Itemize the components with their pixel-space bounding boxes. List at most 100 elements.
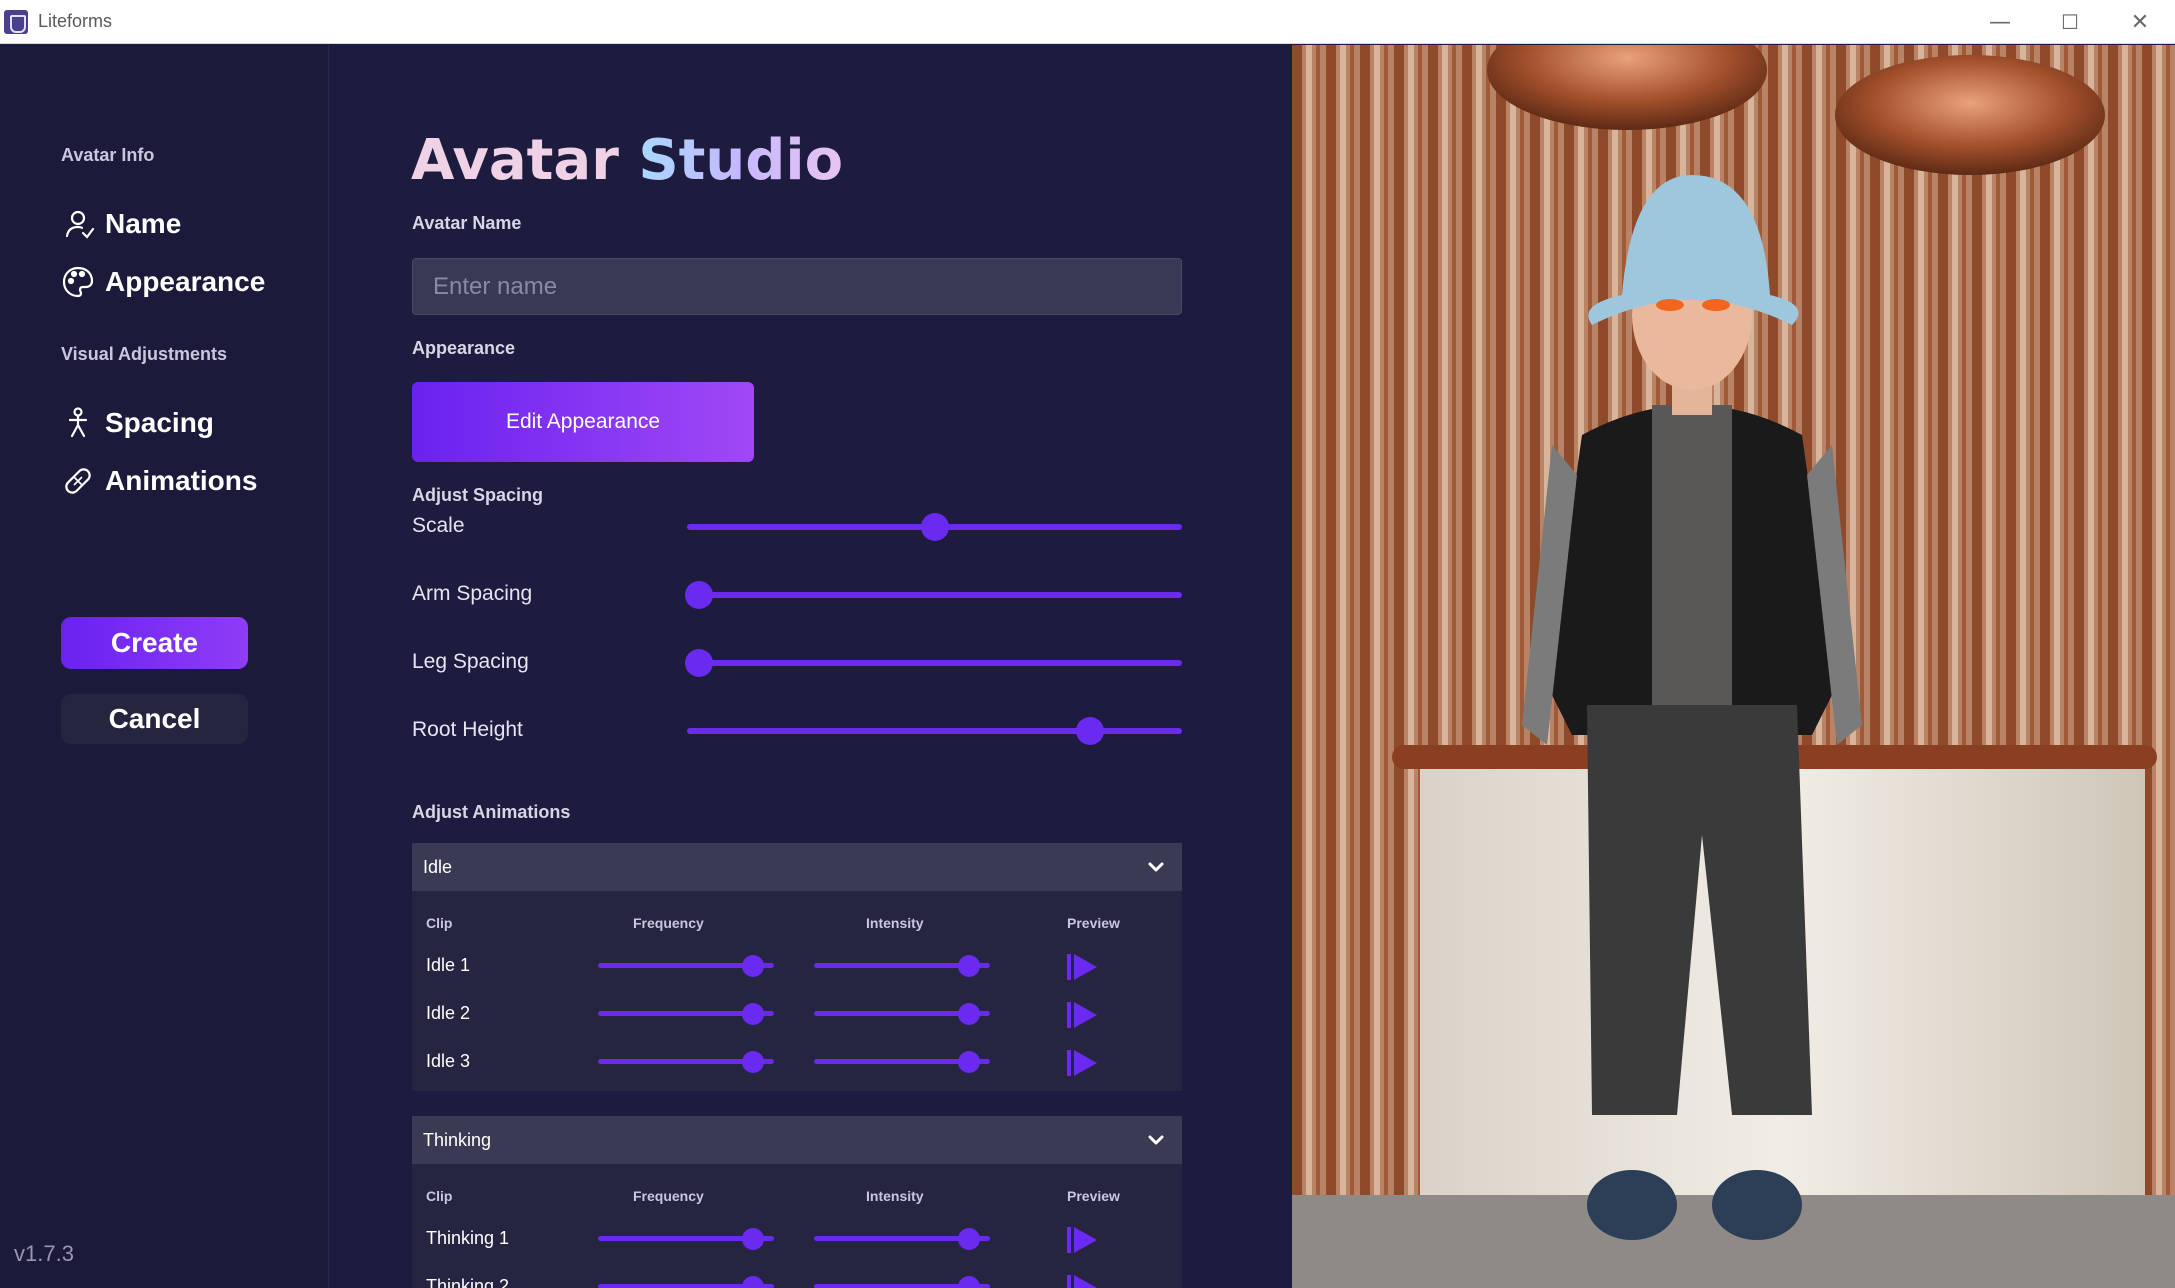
frequency-slider[interactable] xyxy=(598,1276,774,1288)
clip-row: Thinking 2 xyxy=(412,1262,1182,1288)
slider-label: Root Height xyxy=(412,718,523,741)
animation-group-header[interactable]: Idle xyxy=(412,843,1182,891)
adjust-animations-label: Adjust Animations xyxy=(412,802,571,822)
intensity-slider-thumb[interactable] xyxy=(958,1051,981,1073)
intensity-slider[interactable] xyxy=(814,955,990,977)
animation-group-body: Clip Frequency Intensity Preview Thinkin… xyxy=(412,1164,1182,1288)
slider-track[interactable] xyxy=(687,717,1182,745)
sidebar-section-avatar-info: Avatar Info xyxy=(61,145,155,165)
slider-row: Scale xyxy=(412,507,1182,547)
sidebar: Avatar Info Name Appearance Visual Adjus… xyxy=(0,45,329,1288)
page-title: Avatar Studio xyxy=(411,128,843,193)
play-preview-icon[interactable] xyxy=(1067,1274,1099,1288)
frequency-slider-thumb[interactable] xyxy=(742,955,765,977)
sidebar-item-label: Spacing xyxy=(105,407,214,438)
clip-row: Idle 3 xyxy=(412,1037,1182,1085)
intensity-slider-thumb[interactable] xyxy=(958,955,981,977)
chevron-down-icon[interactable] xyxy=(1144,855,1168,879)
chevron-down-icon[interactable] xyxy=(1144,1128,1168,1152)
column-header-frequency: Frequency xyxy=(633,1188,704,1204)
clip-name: Idle 2 xyxy=(426,1003,471,1023)
slider-track[interactable] xyxy=(687,513,1182,541)
avatar-preview-viewport[interactable] xyxy=(1292,45,2175,1288)
window-title: Liteforms xyxy=(38,11,113,31)
sidebar-item-name[interactable]: Name xyxy=(61,207,181,241)
slider-row: Arm Spacing xyxy=(412,575,1182,615)
column-header-intensity: Intensity xyxy=(866,915,924,931)
frequency-slider[interactable] xyxy=(598,1003,774,1025)
animation-group: Thinking Clip Frequency Intensity Previe… xyxy=(412,1116,1182,1288)
intensity-slider[interactable] xyxy=(814,1276,990,1288)
sidebar-section-visual-adjustments: Visual Adjustments xyxy=(61,344,228,364)
sidebar-item-label: Animations xyxy=(105,465,258,496)
appearance-label: Appearance xyxy=(412,338,516,358)
play-preview-icon[interactable] xyxy=(1067,1001,1099,1029)
page-title-word-2: Studio xyxy=(638,128,844,193)
cancel-button[interactable]: Cancel xyxy=(61,694,248,744)
frequency-slider-thumb[interactable] xyxy=(742,1051,765,1073)
frequency-slider[interactable] xyxy=(598,1051,774,1073)
avatar-preview-scene xyxy=(1292,45,2175,1288)
slider-track[interactable] xyxy=(685,581,1182,609)
clip-row: Thinking 1 xyxy=(412,1214,1182,1262)
frequency-slider[interactable] xyxy=(598,1228,774,1250)
slider-row: Root Height xyxy=(412,711,1182,751)
intensity-slider-thumb[interactable] xyxy=(958,1228,981,1250)
figure-icon xyxy=(68,407,88,438)
main-panel: Avatar Studio Avatar Name Appearance Edi… xyxy=(330,45,1292,1288)
frequency-slider[interactable] xyxy=(598,955,774,977)
clip-name: Idle 1 xyxy=(426,955,471,975)
edit-appearance-button[interactable]: Edit Appearance xyxy=(412,382,754,462)
frequency-slider-thumb[interactable] xyxy=(742,1228,765,1250)
play-preview-icon[interactable] xyxy=(1067,1226,1099,1254)
app-logo-icon xyxy=(4,9,28,34)
clip-row: Idle 1 xyxy=(412,941,1182,989)
intensity-slider[interactable] xyxy=(814,1003,990,1025)
column-header-clip: Clip xyxy=(426,915,453,931)
play-preview-icon[interactable] xyxy=(1067,953,1099,981)
intensity-slider-thumb[interactable] xyxy=(958,1276,981,1288)
slider-label: Scale xyxy=(412,514,465,537)
sidebar-item-animations[interactable]: Animations xyxy=(61,464,257,498)
minimize-button[interactable]: — xyxy=(1965,0,2035,44)
column-header-frequency: Frequency xyxy=(633,915,704,931)
window-controls: — ☐ ✕ xyxy=(1965,0,2175,44)
clip-row: Idle 2 xyxy=(412,989,1182,1037)
sidebar-item-appearance[interactable]: Appearance xyxy=(61,265,265,299)
close-button[interactable]: ✕ xyxy=(2105,0,2175,44)
intensity-slider[interactable] xyxy=(814,1051,990,1073)
animation-column-headers: Clip Frequency Intensity Preview xyxy=(412,891,1182,941)
frequency-slider-thumb[interactable] xyxy=(742,1276,765,1288)
column-header-clip: Clip xyxy=(426,1188,453,1204)
column-header-preview: Preview xyxy=(1067,1188,1120,1204)
frequency-slider-thumb[interactable] xyxy=(742,1003,765,1025)
animation-group-header[interactable]: Thinking xyxy=(412,1116,1182,1164)
clip-name: Thinking 2 xyxy=(426,1276,510,1288)
bandage-icon xyxy=(65,468,91,494)
intensity-slider-thumb[interactable] xyxy=(958,1003,981,1025)
version-label: v1.7.3 xyxy=(14,1241,74,1266)
intensity-slider[interactable] xyxy=(814,1228,990,1250)
column-header-preview: Preview xyxy=(1067,915,1120,931)
animation-column-headers: Clip Frequency Intensity Preview xyxy=(412,1164,1182,1214)
sidebar-item-label: Appearance xyxy=(105,266,266,297)
window-titlebar: Liteforms — ☐ ✕ xyxy=(0,0,2175,44)
create-button[interactable]: Create xyxy=(61,617,248,669)
play-preview-icon[interactable] xyxy=(1067,1049,1099,1077)
clip-name: Idle 3 xyxy=(426,1051,471,1071)
slider-track[interactable] xyxy=(685,649,1182,677)
slider-label: Leg Spacing xyxy=(412,650,529,673)
adjust-spacing-label: Adjust Spacing xyxy=(412,485,544,505)
slider-thumb[interactable] xyxy=(685,581,713,609)
maximize-button[interactable]: ☐ xyxy=(2035,0,2105,44)
slider-label: Arm Spacing xyxy=(412,582,533,605)
avatar-name-input[interactable] xyxy=(412,258,1182,315)
animation-group-name: Thinking xyxy=(423,1129,492,1150)
slider-thumb[interactable] xyxy=(920,513,949,541)
slider-thumb[interactable] xyxy=(685,649,713,677)
animation-group: Idle Clip Frequency Intensity Preview Id… xyxy=(412,843,1182,1091)
sidebar-item-spacing[interactable]: Spacing xyxy=(61,406,214,440)
user-icon xyxy=(65,210,95,239)
slider-row: Leg Spacing xyxy=(412,643,1182,683)
slider-thumb[interactable] xyxy=(1075,717,1104,745)
